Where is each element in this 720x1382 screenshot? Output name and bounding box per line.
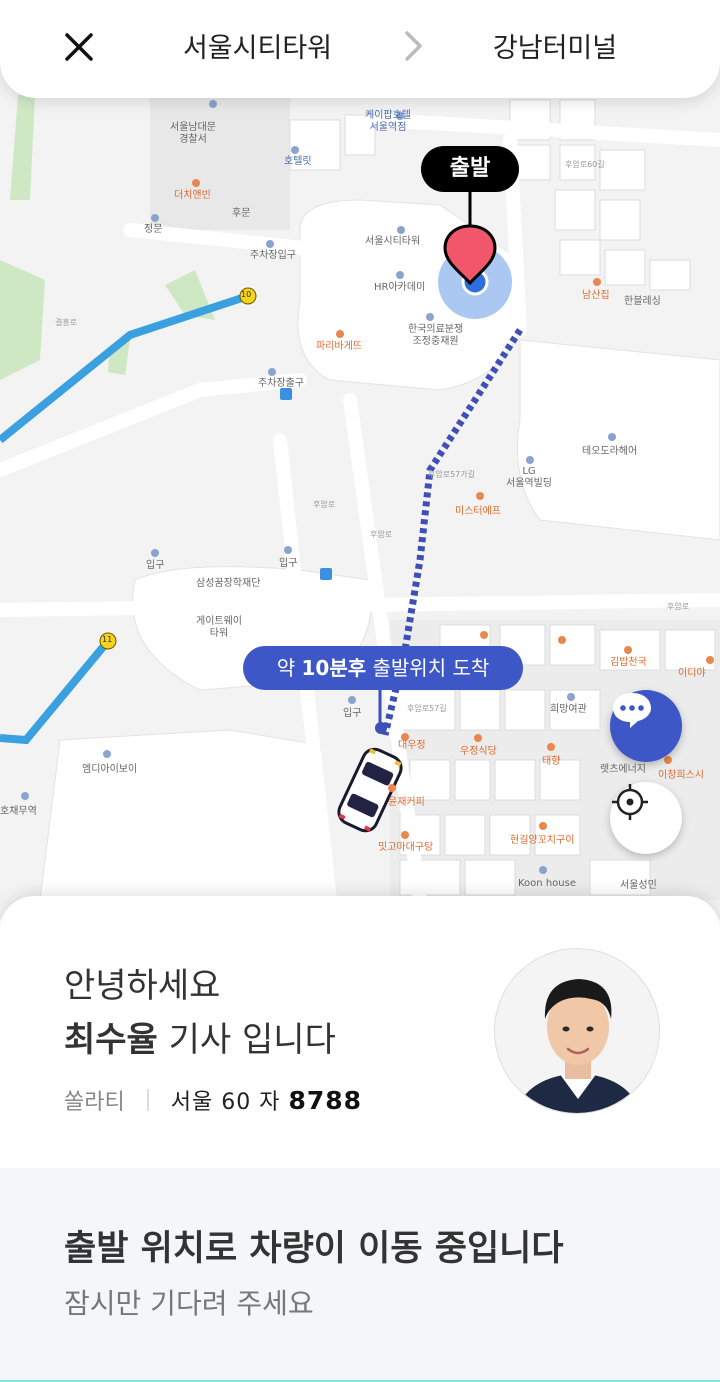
map-label-taehyang: 태향 [542, 756, 561, 767]
crosshair-icon [612, 784, 648, 820]
map-label-teo: 테오도라헤어 [582, 446, 638, 457]
map-label-parking-out: 주차장출구 [258, 378, 304, 389]
road-label-humyang-1: 후암로 [313, 500, 336, 509]
map-label-hotel: 케이팝호텔 서울역점 [365, 110, 411, 133]
map-label-hotelit: 호텔릿 [284, 156, 312, 167]
close-icon [65, 33, 93, 61]
map-label-lg: LG 서울역빌딩 [506, 466, 552, 489]
map-label-police: 서울남대문 경찰서 [170, 122, 216, 145]
driver-name: 최수율 [64, 1020, 158, 1060]
map-label-daewoo: 대우정 [398, 740, 426, 751]
road-label-humyang-3: 후암로 [667, 602, 690, 611]
map-label-samsung: 삼성꿈장학재단 [196, 578, 261, 589]
map-label-woojung: 우정식당 [460, 746, 497, 757]
map-view[interactable]: 서울남대문 경찰서 케이팝호텔 서울역점 호텔릿 더치앤빈 정문 후문 주차장입… [0, 0, 720, 920]
map-label-jeongmun: 정문 [144, 224, 163, 235]
chat-bubble-icon [613, 693, 651, 728]
map-label-idai: 이디야 [678, 668, 706, 679]
route-header: 서울시티타워 강남터미널 [0, 0, 720, 98]
road-label-60: 후암로60길 [565, 160, 605, 169]
map-label-kmd: 한국의료분쟁 조정중재원 [408, 324, 464, 347]
driver-intro: 최수율 기사 입니다 [64, 1012, 336, 1061]
map-label-parking-in: 주차장입구 [250, 250, 296, 261]
driver-intro-suffix: 기사 입니다 [157, 1020, 336, 1060]
map-label-kimbap: 김밥천국 [610, 657, 647, 668]
eta-prefix: 약 [276, 656, 302, 680]
map-label-seoul-sungmin: 서울성민 [620, 880, 657, 891]
bus-stop-10-label: 10 [241, 290, 252, 299]
status-title: 출발 위치로 차량이 이동 중입니다 [64, 1229, 564, 1269]
map-label-mdiab: 엠디아이보이 [82, 764, 138, 775]
close-button[interactable] [52, 20, 106, 74]
map-label-hanbl: 한블레싱 [624, 296, 661, 307]
map-label-tower: 서울시티타워 [365, 236, 421, 247]
map-label-ichang: 이창희스시 [658, 770, 704, 781]
map-label-koon: Koon house [518, 878, 576, 889]
map-label-ipgu-3: 입구 [343, 708, 362, 719]
plate-number: 8788 [288, 1085, 363, 1115]
road-label-57: 후암로57길 [407, 704, 447, 713]
road-label-gyeol: 결흥로 [55, 318, 78, 327]
road-label-57ga: 후암로57가길 [428, 470, 475, 479]
eta-time: 10분후 [301, 656, 367, 680]
eta-banner: 약 10분후 출발위치 도착 [243, 646, 523, 690]
map-label-ipgu-1: 입구 [146, 560, 165, 571]
map-label-paris: 파리바게뜨 [316, 341, 362, 352]
map-label-mister: 미스터에프 [455, 506, 501, 517]
map-label-hochae: 호채무역 [0, 806, 37, 817]
map-label-mitgoma: 밋고마대구탕 [378, 842, 434, 853]
car-model: 쏠라티 [64, 1090, 125, 1115]
plate-prefix: 서울 60 자 [170, 1090, 281, 1115]
status-panel: 출발 위치로 차량이 이동 중입니다 잠시만 기다려 주세요 [0, 1168, 720, 1382]
status-subtitle: 잠시만 기다려 주세요 [64, 1287, 314, 1320]
map-label-yoonjae: 윤재커피 [388, 797, 425, 808]
divider [146, 1089, 149, 1111]
map-label-lets: 렛츠에너지 [600, 764, 646, 775]
chat-button[interactable] [610, 690, 682, 762]
origin-label: 서울시티타워 [182, 33, 333, 64]
greeting-text: 안녕하세요 [64, 966, 221, 1006]
driver-photo [495, 949, 659, 1113]
map-label-dutch: 더치앤빈 [174, 190, 211, 201]
map-label-ipgu-2: 입구 [279, 558, 298, 569]
chevron-right-icon [405, 31, 422, 61]
road-label-humyang-2: 후암로 [370, 530, 393, 539]
locate-me-button[interactable] [610, 782, 682, 854]
driver-info-sheet: 안녕하세요 최수율 기사 입니다 쏠라티 서울 60 자 8788 출발 위치로… [0, 896, 720, 1382]
eta-suffix: 출발위치 도착 [366, 656, 490, 680]
map-label-hr: HR아카데미 [374, 282, 426, 293]
map-label-namsan: 남산집 [582, 290, 610, 301]
destination-label: 강남터미널 [492, 33, 618, 64]
map-label-hyeongil: 현길양꼬치구이 [510, 835, 575, 846]
driver-avatar [494, 948, 660, 1114]
map-label-gateway: 게이트웨이 타워 [196, 616, 242, 639]
map-label-hope: 희망여관 [550, 704, 587, 715]
bus-stop-11-label: 11 [102, 635, 113, 644]
map-label-humun: 후문 [232, 208, 251, 219]
departure-tag: 출발 [421, 146, 519, 192]
vehicle-info: 쏠라티 서울 60 자 8788 [64, 1084, 362, 1116]
